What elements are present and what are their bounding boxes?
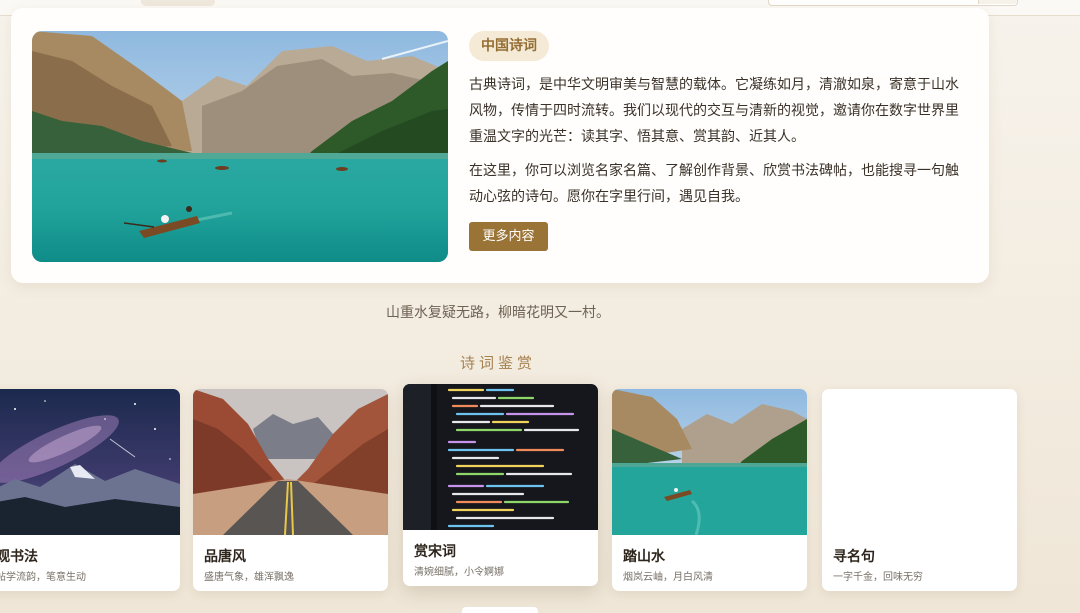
intro-paragraph: 古典诗词，是中华文明审美与智慧的载体。它凝练如月，清澈如泉，寄意于山水风物，传情… bbox=[469, 77, 959, 145]
card-calligraphy[interactable]: 观书法 帖学流韵，笔意生动 bbox=[0, 389, 180, 591]
card-famous-lines[interactable]: 寻名句 一字千金，回味无穷 bbox=[822, 389, 1017, 591]
lake-boat-image bbox=[612, 389, 807, 535]
card-subtitle: 盛唐气象，雄浑飘逸 bbox=[204, 572, 294, 583]
hero-card: 中国诗词 古典诗词，是中华文明审美与智慧的载体。它凝练如月，清澈如泉，寄意于山水… bbox=[11, 8, 989, 283]
card-title: 踏山水 bbox=[623, 549, 665, 565]
carousel-indicator[interactable] bbox=[462, 607, 538, 613]
code-screen-image bbox=[403, 384, 598, 530]
invite-paragraph: 在这里，你可以浏览名家名篇、了解创作背景、欣赏书法碑帖，也能搜寻一句触动心弦的诗… bbox=[469, 163, 959, 205]
card-tang-style[interactable]: 品唐风 盛唐气象，雄浑飘逸 bbox=[193, 389, 388, 591]
card-title: 赏宋词 bbox=[414, 544, 456, 560]
card-song-ci[interactable]: 赏宋词 清婉细腻，小令婀娜 bbox=[403, 384, 598, 586]
card-title: 观书法 bbox=[0, 549, 38, 565]
card-title: 品唐风 bbox=[204, 549, 246, 565]
category-tag: 中国诗词 bbox=[469, 31, 549, 61]
card-subtitle: 清婉细腻，小令婀娜 bbox=[414, 567, 504, 578]
nav-item-active[interactable] bbox=[141, 0, 215, 6]
hero-lake-image bbox=[32, 31, 448, 262]
card-subtitle: 烟岚云岫，月白风清 bbox=[623, 572, 713, 583]
card-title: 寻名句 bbox=[833, 549, 875, 565]
card-subtitle: 一字千金，回味无穷 bbox=[833, 572, 923, 583]
starry-mountain-image bbox=[0, 389, 180, 535]
card-image-placeholder bbox=[822, 389, 1017, 535]
poem-quote: 山重水复疑无路，柳暗花明又一村。 bbox=[386, 305, 610, 321]
card-subtitle: 帖学流韵，笔意生动 bbox=[0, 572, 86, 583]
section-title: 诗词鉴赏 bbox=[459, 354, 536, 372]
search-button[interactable] bbox=[978, 0, 1017, 4]
canyon-road-image bbox=[193, 389, 388, 535]
more-content-button[interactable]: 更多内容 bbox=[469, 222, 548, 251]
card-landscape[interactable]: 踏山水 烟岚云岫，月白风清 bbox=[612, 389, 807, 591]
